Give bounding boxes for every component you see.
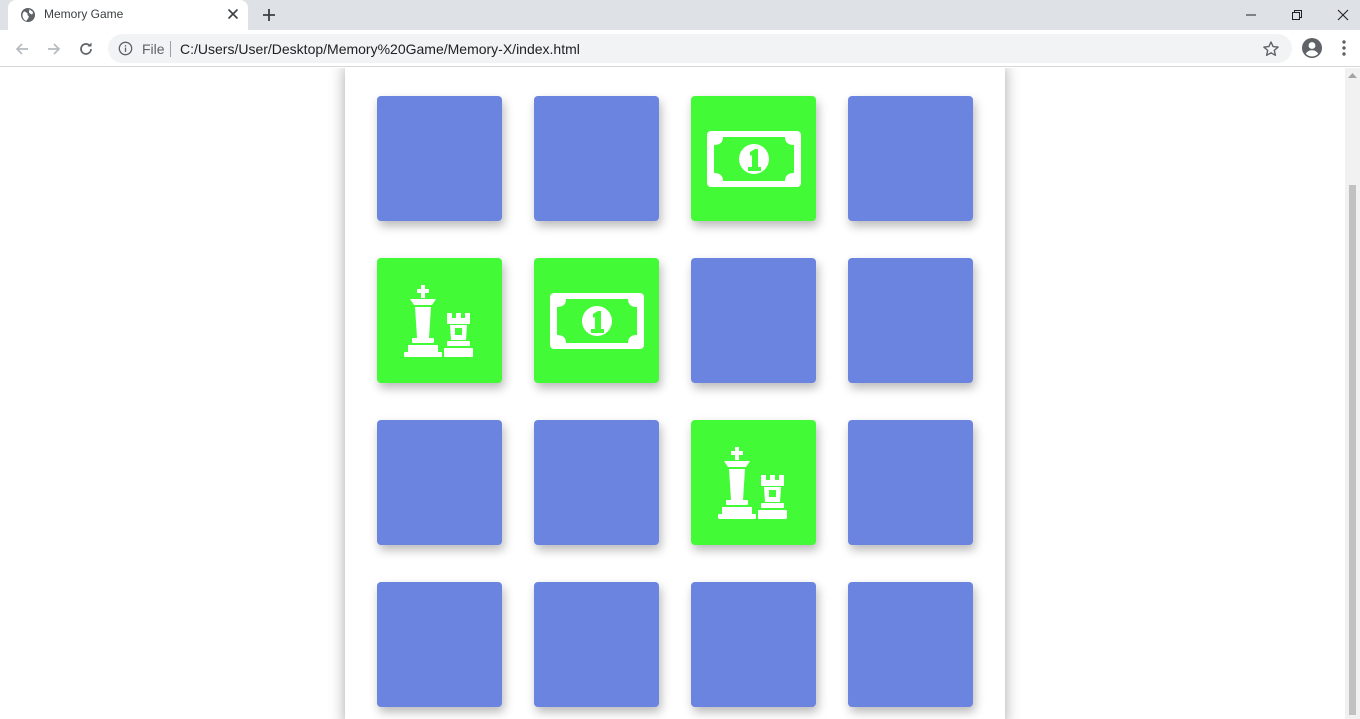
restore-icon	[1292, 10, 1302, 20]
money-bill-icon	[549, 292, 644, 349]
minimize-button[interactable]	[1228, 0, 1274, 30]
restore-button[interactable]	[1274, 0, 1320, 30]
reload-icon	[80, 42, 92, 55]
memory-card[interactable]	[534, 258, 659, 383]
profile-icon[interactable]	[1301, 37, 1323, 59]
reload-button[interactable]	[74, 37, 98, 61]
memory-card[interactable]	[848, 258, 973, 383]
arrow-right-icon	[48, 43, 61, 55]
scheme-label: File	[142, 41, 165, 57]
info-icon[interactable]	[118, 41, 133, 56]
memory-card[interactable]	[534, 582, 659, 707]
memory-card[interactable]	[534, 420, 659, 545]
memory-card[interactable]	[377, 96, 502, 221]
money-bill-icon	[706, 130, 801, 187]
close-tab-icon[interactable]	[225, 6, 241, 22]
back-button[interactable]	[10, 37, 34, 61]
url-text[interactable]: C:/Users/User/Desktop/Memory%20Game/Memo…	[180, 41, 580, 57]
more-vertical-icon	[1342, 40, 1346, 56]
separator	[170, 41, 171, 57]
vertical-scrollbar[interactable]	[1345, 68, 1360, 719]
memory-card[interactable]	[377, 582, 502, 707]
close-icon	[1337, 9, 1349, 21]
forward-button[interactable]	[42, 37, 66, 61]
memory-card[interactable]	[534, 96, 659, 221]
memory-card[interactable]	[691, 96, 816, 221]
memory-card[interactable]	[691, 420, 816, 545]
scroll-up-arrow-icon[interactable]	[1348, 72, 1357, 78]
memory-card[interactable]	[691, 582, 816, 707]
new-tab-icon[interactable]	[258, 4, 280, 26]
memory-card[interactable]	[848, 420, 973, 545]
tab-title: Memory Game	[44, 7, 124, 21]
minimize-icon	[1246, 14, 1256, 16]
tab-strip: Memory Game	[0, 0, 1360, 30]
browser-menu-button[interactable]	[1334, 37, 1354, 59]
arrow-left-icon	[15, 43, 28, 55]
tab-memory-game[interactable]: Memory Game	[8, 0, 248, 30]
game-board	[345, 68, 1005, 719]
chess-icon	[403, 284, 473, 357]
bookmark-star-icon[interactable]	[1262, 40, 1280, 58]
page-viewport	[0, 68, 1345, 719]
address-bar[interactable]: File C:/Users/User/Desktop/Memory%20Game…	[108, 34, 1292, 63]
scrollbar-thumb[interactable]	[1349, 185, 1356, 715]
memory-card[interactable]	[848, 582, 973, 707]
memory-card[interactable]	[848, 96, 973, 221]
browser-toolbar: File C:/Users/User/Desktop/Memory%20Game…	[0, 30, 1360, 67]
close-window-button[interactable]	[1320, 0, 1360, 30]
memory-card[interactable]	[691, 258, 816, 383]
chess-icon	[717, 446, 787, 519]
memory-card[interactable]	[377, 420, 502, 545]
globe-icon	[21, 8, 35, 22]
memory-card[interactable]	[377, 258, 502, 383]
